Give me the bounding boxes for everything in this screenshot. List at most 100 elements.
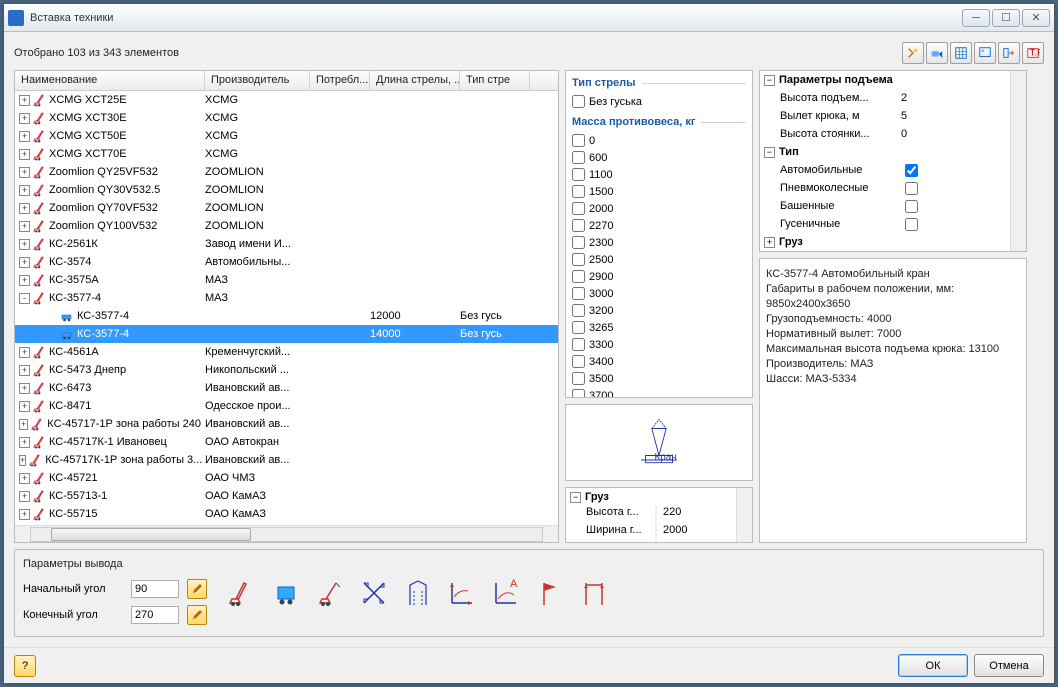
no-jib-checkbox[interactable]: Без гуська [572, 93, 746, 110]
expand-toggle[interactable]: + [19, 365, 30, 376]
tree-row[interactable]: +КС-4561АКременчугский... [15, 343, 558, 361]
tree-row[interactable]: +Zoomlion QY70VF532ZOOMLION [15, 199, 558, 217]
expand-toggle[interactable]: + [19, 401, 30, 412]
tool-5[interactable] [998, 42, 1020, 64]
ok-button[interactable]: ОК [898, 654, 968, 677]
flag-1-icon[interactable] [533, 576, 567, 610]
load-scrollbar[interactable] [736, 488, 752, 542]
expand-toggle[interactable]: + [19, 473, 30, 484]
tree-row[interactable]: +КС-55715ОАО КамАЗ [15, 505, 558, 523]
cw-checkbox[interactable]: 2270 [572, 217, 746, 234]
tool-1[interactable] [902, 42, 924, 64]
param-value[interactable]: 2 [895, 92, 1010, 104]
expand-toggle[interactable]: + [19, 131, 30, 142]
cw-checkbox[interactable]: 3200 [572, 302, 746, 319]
type-checkbox[interactable] [895, 215, 1010, 234]
tree-row[interactable]: +КС-55713-1ОАО КамАЗ [15, 487, 558, 505]
tool-4[interactable] [974, 42, 996, 64]
tool-3[interactable] [950, 42, 972, 64]
tree-row[interactable]: +КС-6473Ивановский ав... [15, 379, 558, 397]
tree-row[interactable]: +XCMG XCT30EXCMG [15, 109, 558, 127]
type-collapse[interactable]: − [764, 147, 775, 158]
load-value[interactable]: 2000 [656, 524, 736, 542]
arrows-cross-icon[interactable] [357, 576, 391, 610]
tree-row[interactable]: +КС-8471Одесское прои... [15, 397, 558, 415]
tree-row[interactable]: +КС-5473 ДнепрНикопольский ... [15, 361, 558, 379]
col-name[interactable]: Наименование [15, 71, 205, 90]
type-checkbox[interactable] [895, 161, 1010, 180]
expand-toggle[interactable]: + [19, 95, 30, 106]
tree-row[interactable]: +Zoomlion QY30V532.5ZOOMLION [15, 181, 558, 199]
tool-6[interactable]: T.P. [1022, 42, 1044, 64]
cw-checkbox[interactable]: 3700 [572, 387, 746, 398]
tool-2[interactable] [926, 42, 948, 64]
help-button[interactable]: ? [14, 655, 36, 677]
expand-toggle[interactable]: - [19, 293, 30, 304]
col-boom-length[interactable]: Длина стрелы, ... [370, 71, 460, 90]
tree-row[interactable]: +КС-3575АМАЗ [15, 271, 558, 289]
tree-row[interactable]: +Zoomlion QY25VF532ZOOMLION [15, 163, 558, 181]
cw-checkbox[interactable]: 1100 [572, 166, 746, 183]
type-checkbox[interactable] [895, 179, 1010, 198]
col-boom-type[interactable]: Тип стре [460, 71, 530, 90]
tree-row[interactable]: +КС-2561КЗавод имени И... [15, 235, 558, 253]
flag-2-icon[interactable] [577, 576, 611, 610]
expand-toggle[interactable]: + [19, 113, 30, 124]
type-checkbox[interactable] [895, 197, 1010, 216]
zone-icon[interactable] [401, 576, 435, 610]
lift-collapse[interactable]: − [764, 75, 775, 86]
cw-checkbox[interactable]: 3265 [572, 319, 746, 336]
close-button[interactable]: ✕ [1022, 9, 1050, 27]
cw-checkbox[interactable]: 2000 [572, 200, 746, 217]
cw-checkbox[interactable]: 2900 [572, 268, 746, 285]
expand-toggle[interactable]: + [19, 239, 30, 250]
tree-row[interactable]: КС-3577-412000Без гусь [15, 307, 558, 325]
extra-collapse[interactable]: + [764, 237, 775, 248]
col-manufacturer[interactable]: Производитель [205, 71, 310, 90]
end-angle-input[interactable] [131, 606, 179, 624]
load-value[interactable]: 220 [656, 506, 736, 524]
expand-toggle[interactable]: + [19, 221, 30, 232]
tree-row[interactable]: +XCMG XCT70EXCMG [15, 145, 558, 163]
expand-toggle[interactable]: + [19, 347, 30, 358]
expand-toggle[interactable]: + [19, 185, 30, 196]
tree-row[interactable]: +КС-45721ОАО ЧМЗ [15, 469, 558, 487]
expand-toggle[interactable]: + [19, 149, 30, 160]
view-crane-2-icon[interactable] [269, 576, 303, 610]
tree-row[interactable]: +XCMG XCT25EXCMG [15, 91, 558, 109]
start-angle-input[interactable] [131, 580, 179, 598]
end-angle-edit[interactable] [187, 605, 207, 625]
view-crane-1-icon[interactable] [225, 576, 259, 610]
expand-toggle[interactable]: + [19, 437, 30, 448]
param-value[interactable]: 0 [895, 128, 1010, 140]
expand-toggle[interactable]: + [19, 167, 30, 178]
tree-row[interactable]: +КС-45717-1Р зона работы 240Ивановский а… [15, 415, 558, 433]
expand-toggle[interactable]: + [19, 275, 30, 286]
cw-checkbox[interactable]: 1500 [572, 183, 746, 200]
param-value[interactable]: 5 [895, 110, 1010, 122]
axis-up-icon[interactable] [445, 576, 479, 610]
h-scrollbar[interactable] [15, 525, 558, 542]
start-angle-edit[interactable] [187, 579, 207, 599]
equipment-tree[interactable]: Наименование Производитель Потребл... Дл… [14, 70, 559, 543]
minimize-button[interactable]: ─ [962, 9, 990, 27]
params-scrollbar[interactable] [1010, 71, 1026, 251]
tree-row[interactable]: +XCMG XCT50EXCMG [15, 127, 558, 145]
cw-checkbox[interactable]: 2500 [572, 251, 746, 268]
expand-toggle[interactable]: + [19, 455, 26, 466]
expand-toggle[interactable]: + [19, 419, 28, 430]
axis-a-icon[interactable]: A [489, 576, 523, 610]
expand-toggle[interactable]: + [19, 383, 30, 394]
cw-checkbox[interactable]: 0 [572, 132, 746, 149]
cw-checkbox[interactable]: 3400 [572, 353, 746, 370]
expand-toggle[interactable]: + [19, 203, 30, 214]
load-collapse[interactable]: − [570, 492, 581, 503]
cw-checkbox[interactable]: 600 [572, 149, 746, 166]
col-consumption[interactable]: Потребл... [310, 71, 370, 90]
cw-checkbox[interactable]: 3000 [572, 285, 746, 302]
tree-row[interactable]: +КС-45717К-1Р зона работы 3...Ивановский… [15, 451, 558, 469]
tree-row[interactable]: КС-3577-414000Без гусь [15, 325, 558, 343]
expand-toggle[interactable]: + [19, 257, 30, 268]
maximize-button[interactable]: ☐ [992, 9, 1020, 27]
tree-row[interactable]: +КС-3574Автомобильны... [15, 253, 558, 271]
